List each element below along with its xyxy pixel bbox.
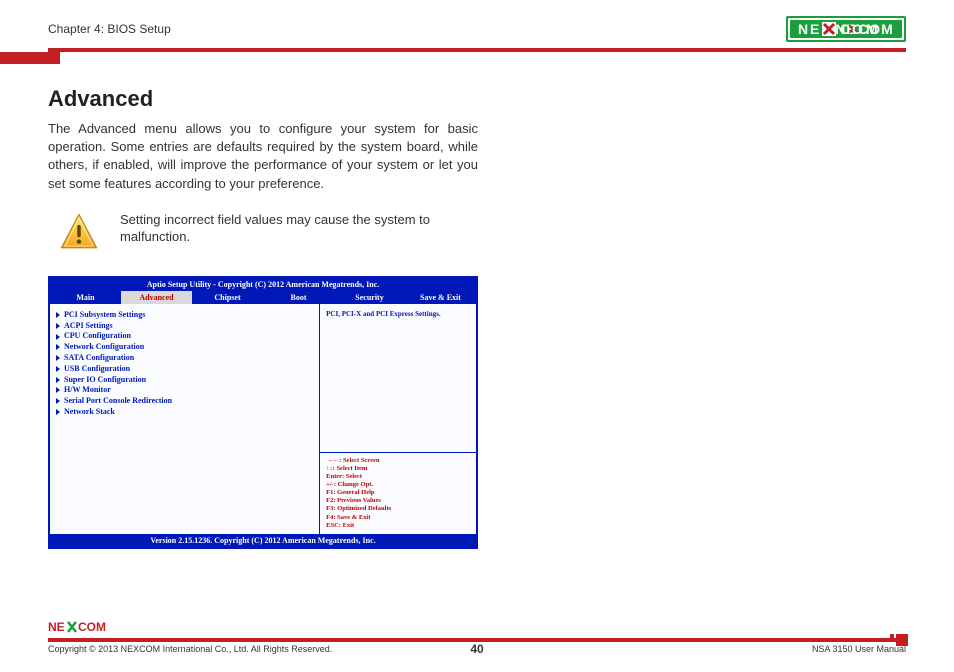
warning-icon	[58, 211, 100, 258]
bios-tab-save-exit: Save & Exit	[405, 291, 476, 304]
svg-text:NE: NE	[48, 620, 65, 634]
intro-paragraph: The Advanced menu allows you to configur…	[48, 120, 478, 193]
svg-text:C: C	[840, 21, 850, 37]
bios-menu-list: PCI Subsystem Settings ACPI Settings CPU…	[50, 304, 320, 534]
warning-text: Setting incorrect field values may cause…	[120, 211, 450, 246]
bios-tab-boot: Boot	[263, 291, 334, 304]
bios-item: Serial Port Console Redirection	[56, 396, 313, 407]
bios-item: USB Configuration	[56, 364, 313, 375]
bios-tab-row: Main Advanced Chipset Boot Security Save…	[50, 291, 476, 304]
bios-tab-security: Security	[334, 291, 405, 304]
svg-text:N: N	[798, 21, 808, 37]
svg-text:COM: COM	[78, 620, 106, 634]
bios-tab-chipset: Chipset	[192, 291, 263, 304]
svg-text:O: O	[852, 21, 863, 37]
chapter-label: Chapter 4: BIOS Setup	[48, 22, 171, 36]
brand-logo: NE ✕ COM N E C O M	[786, 16, 906, 42]
bios-title-bar: Aptio Setup Utility - Copyright (C) 2012…	[50, 278, 476, 291]
bios-item: Network Configuration	[56, 342, 313, 353]
bios-item: CPU Configuration	[56, 331, 313, 342]
bios-item: Super IO Configuration	[56, 375, 313, 386]
copyright-text: Copyright © 2013 NEXCOM International Co…	[48, 644, 332, 654]
bios-footer-bar: Version 2.15.1236. Copyright (C) 2012 Am…	[50, 534, 476, 547]
bios-screenshot: Aptio Setup Utility - Copyright (C) 2012…	[48, 276, 478, 549]
header-divider	[48, 48, 906, 52]
bios-help-text: PCI, PCI-X and PCI Express Settings.	[320, 304, 476, 452]
bios-tab-main: Main	[50, 291, 121, 304]
bios-item: H/W Monitor	[56, 385, 313, 396]
bios-item: ACPI Settings	[56, 321, 313, 332]
bios-item: PCI Subsystem Settings	[56, 310, 313, 321]
svg-text:M: M	[866, 21, 878, 37]
bios-item: SATA Configuration	[56, 353, 313, 364]
svg-text:E: E	[810, 21, 819, 37]
bios-item: Network Stack	[56, 407, 313, 418]
bios-key-legend: →←: Select Screen ↑↓: Select Item Enter:…	[320, 452, 476, 534]
page-title: Advanced	[48, 86, 906, 112]
bios-tab-advanced: Advanced	[121, 291, 192, 304]
page-number: 40	[470, 642, 483, 656]
manual-name: NSA 3150 User Manual	[812, 644, 906, 654]
